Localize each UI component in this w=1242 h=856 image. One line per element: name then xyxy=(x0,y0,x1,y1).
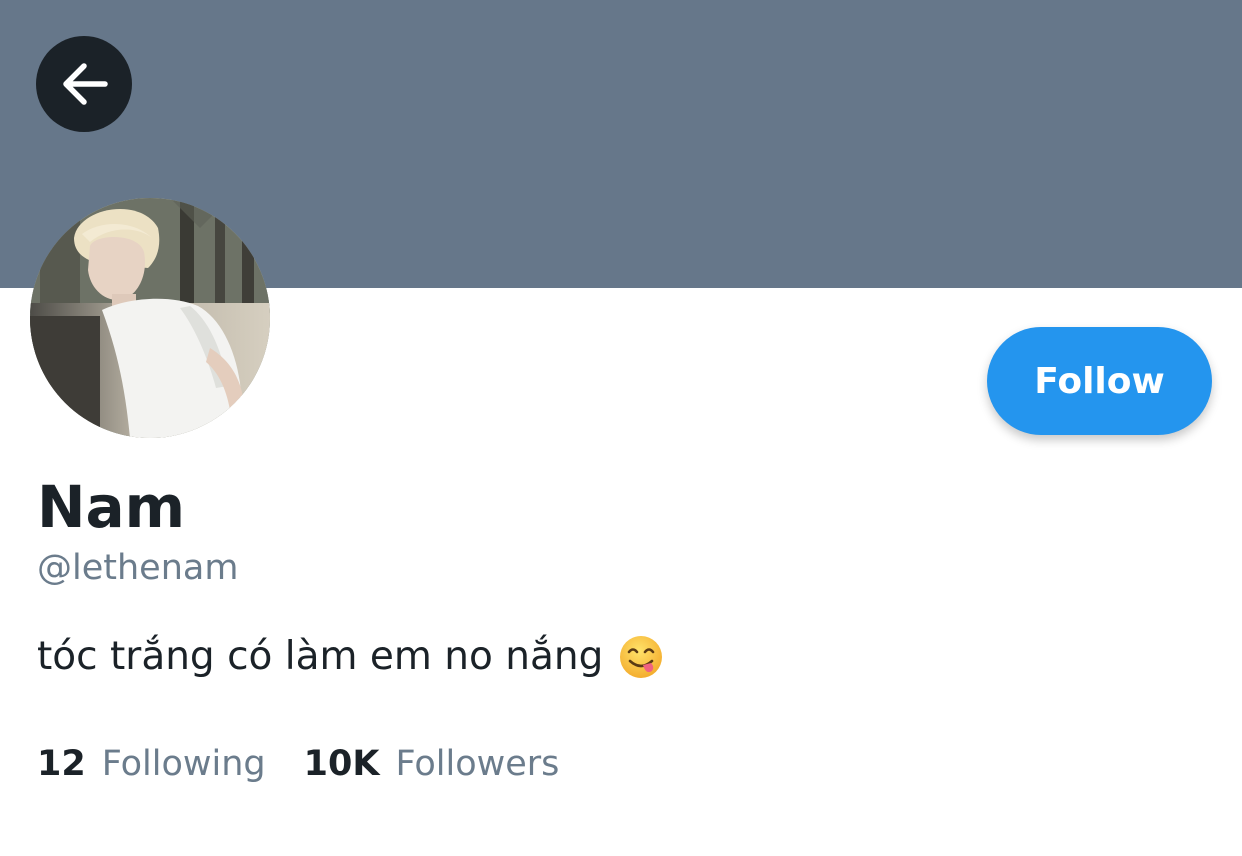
profile-page: Follow Nam @lethenam tóc trắng có làm em… xyxy=(0,0,1242,856)
following-count: 12 xyxy=(37,744,86,784)
profile-stats: 12 Following 10K Followers xyxy=(37,740,559,788)
followers-stat[interactable]: 10K Followers xyxy=(304,740,560,788)
avatar[interactable] xyxy=(30,198,270,438)
follow-button[interactable]: Follow xyxy=(987,327,1212,435)
profile-bio: tóc trắng có làm em no nắng xyxy=(37,630,663,684)
face-savoring-food-emoji-icon xyxy=(619,635,663,679)
following-label: Following xyxy=(101,744,266,784)
display-name: Nam xyxy=(37,473,186,541)
back-button[interactable] xyxy=(36,36,132,132)
followers-count: 10K xyxy=(303,744,380,784)
arrow-left-icon xyxy=(58,58,110,110)
following-stat[interactable]: 12 Following xyxy=(37,740,266,788)
bio-text: tóc trắng có làm em no nắng xyxy=(37,634,604,679)
user-handle: @lethenam xyxy=(37,548,239,588)
followers-label: Followers xyxy=(395,744,560,784)
